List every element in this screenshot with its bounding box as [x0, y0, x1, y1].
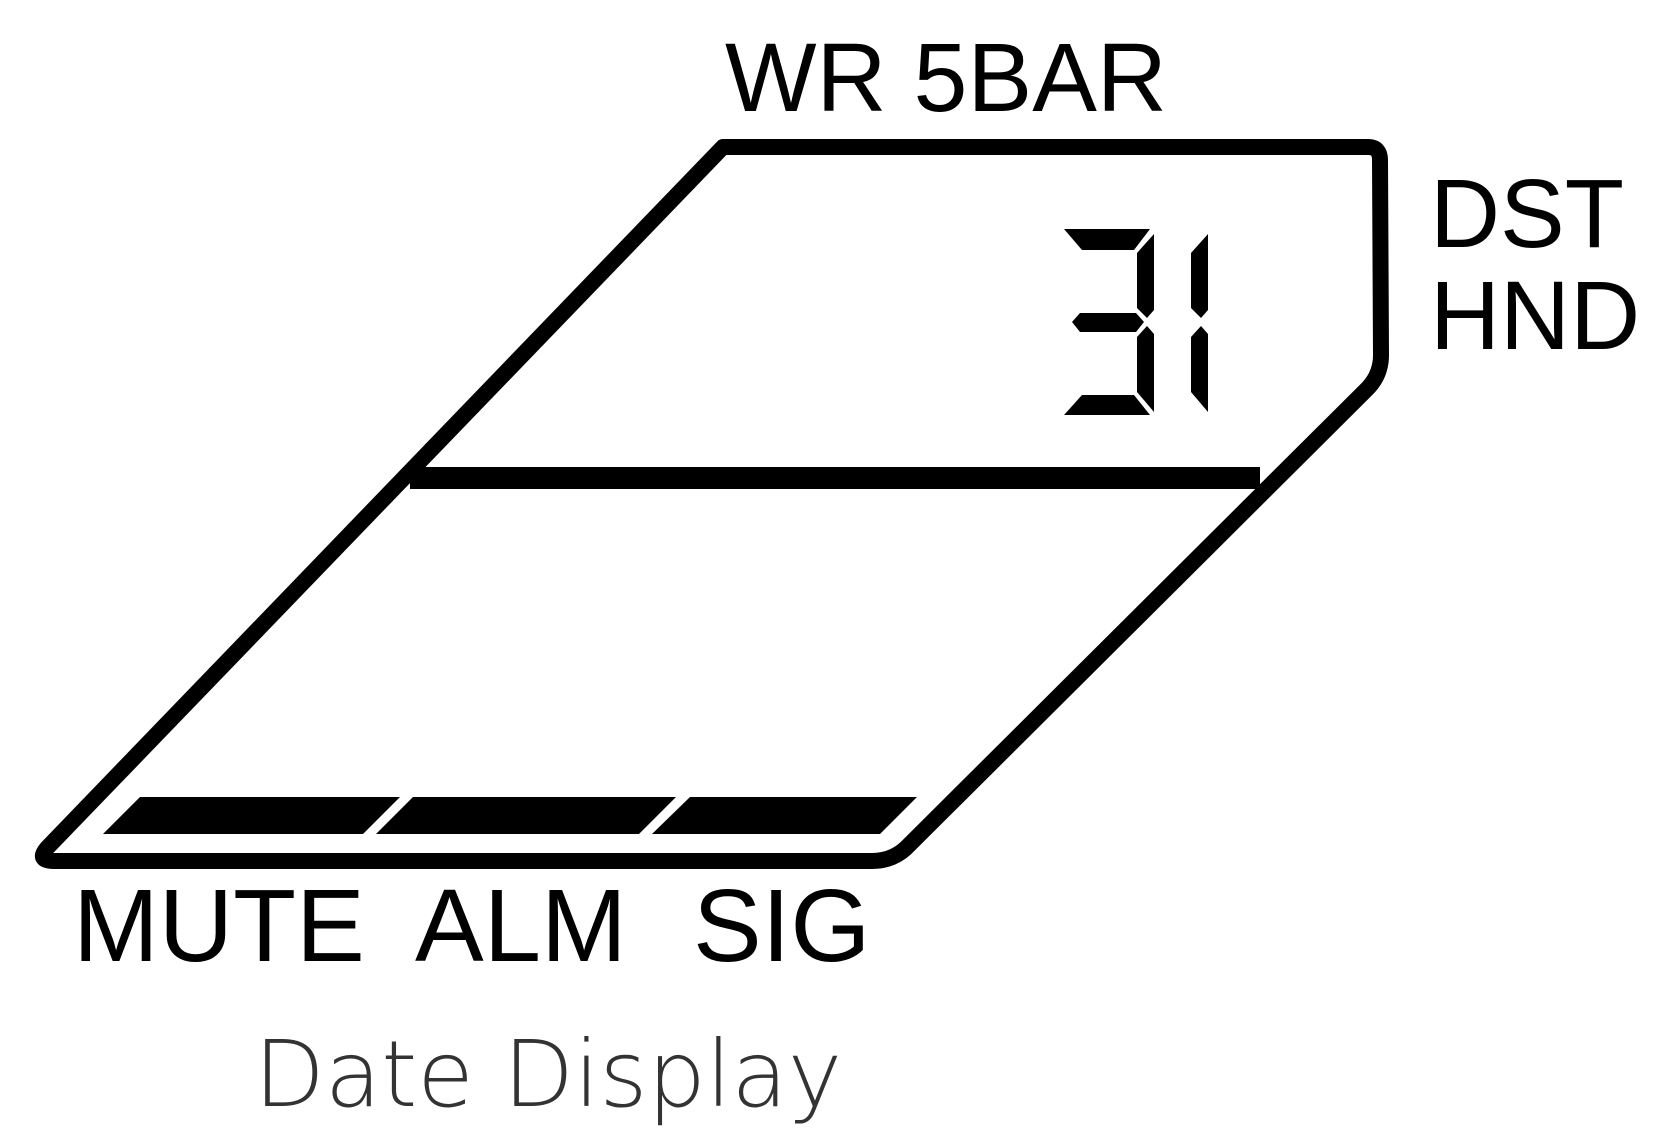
mute-label: MUTE	[73, 868, 365, 983]
digit-units	[1191, 234, 1208, 412]
dst-label: DST	[1430, 159, 1624, 268]
segment-d	[1064, 395, 1150, 415]
segment-b	[1191, 234, 1208, 318]
digit-tens	[1064, 229, 1154, 415]
alm-indicator-bar	[376, 797, 676, 834]
mute-indicator-bar	[103, 797, 400, 834]
panel-divider	[410, 467, 1260, 489]
lcd-diagram: WR 5BAR DST HND MUTE ALM SIG Date Displa…	[35, 23, 1640, 1128]
segment-c	[1137, 326, 1154, 412]
wr-5bar-label: WR 5BAR	[725, 23, 1167, 132]
sig-label: SIG	[693, 868, 870, 983]
segment-a	[1064, 229, 1150, 250]
segment-c	[1191, 326, 1208, 412]
lcd-outer-frame	[35, 139, 1389, 869]
diagram-caption: Date Display	[254, 1021, 842, 1128]
alm-label: ALM	[415, 868, 627, 983]
segment-g	[1072, 313, 1144, 332]
hnd-label: HND	[1430, 261, 1640, 370]
segment-b	[1137, 234, 1154, 318]
sig-indicator-bar	[652, 797, 917, 834]
